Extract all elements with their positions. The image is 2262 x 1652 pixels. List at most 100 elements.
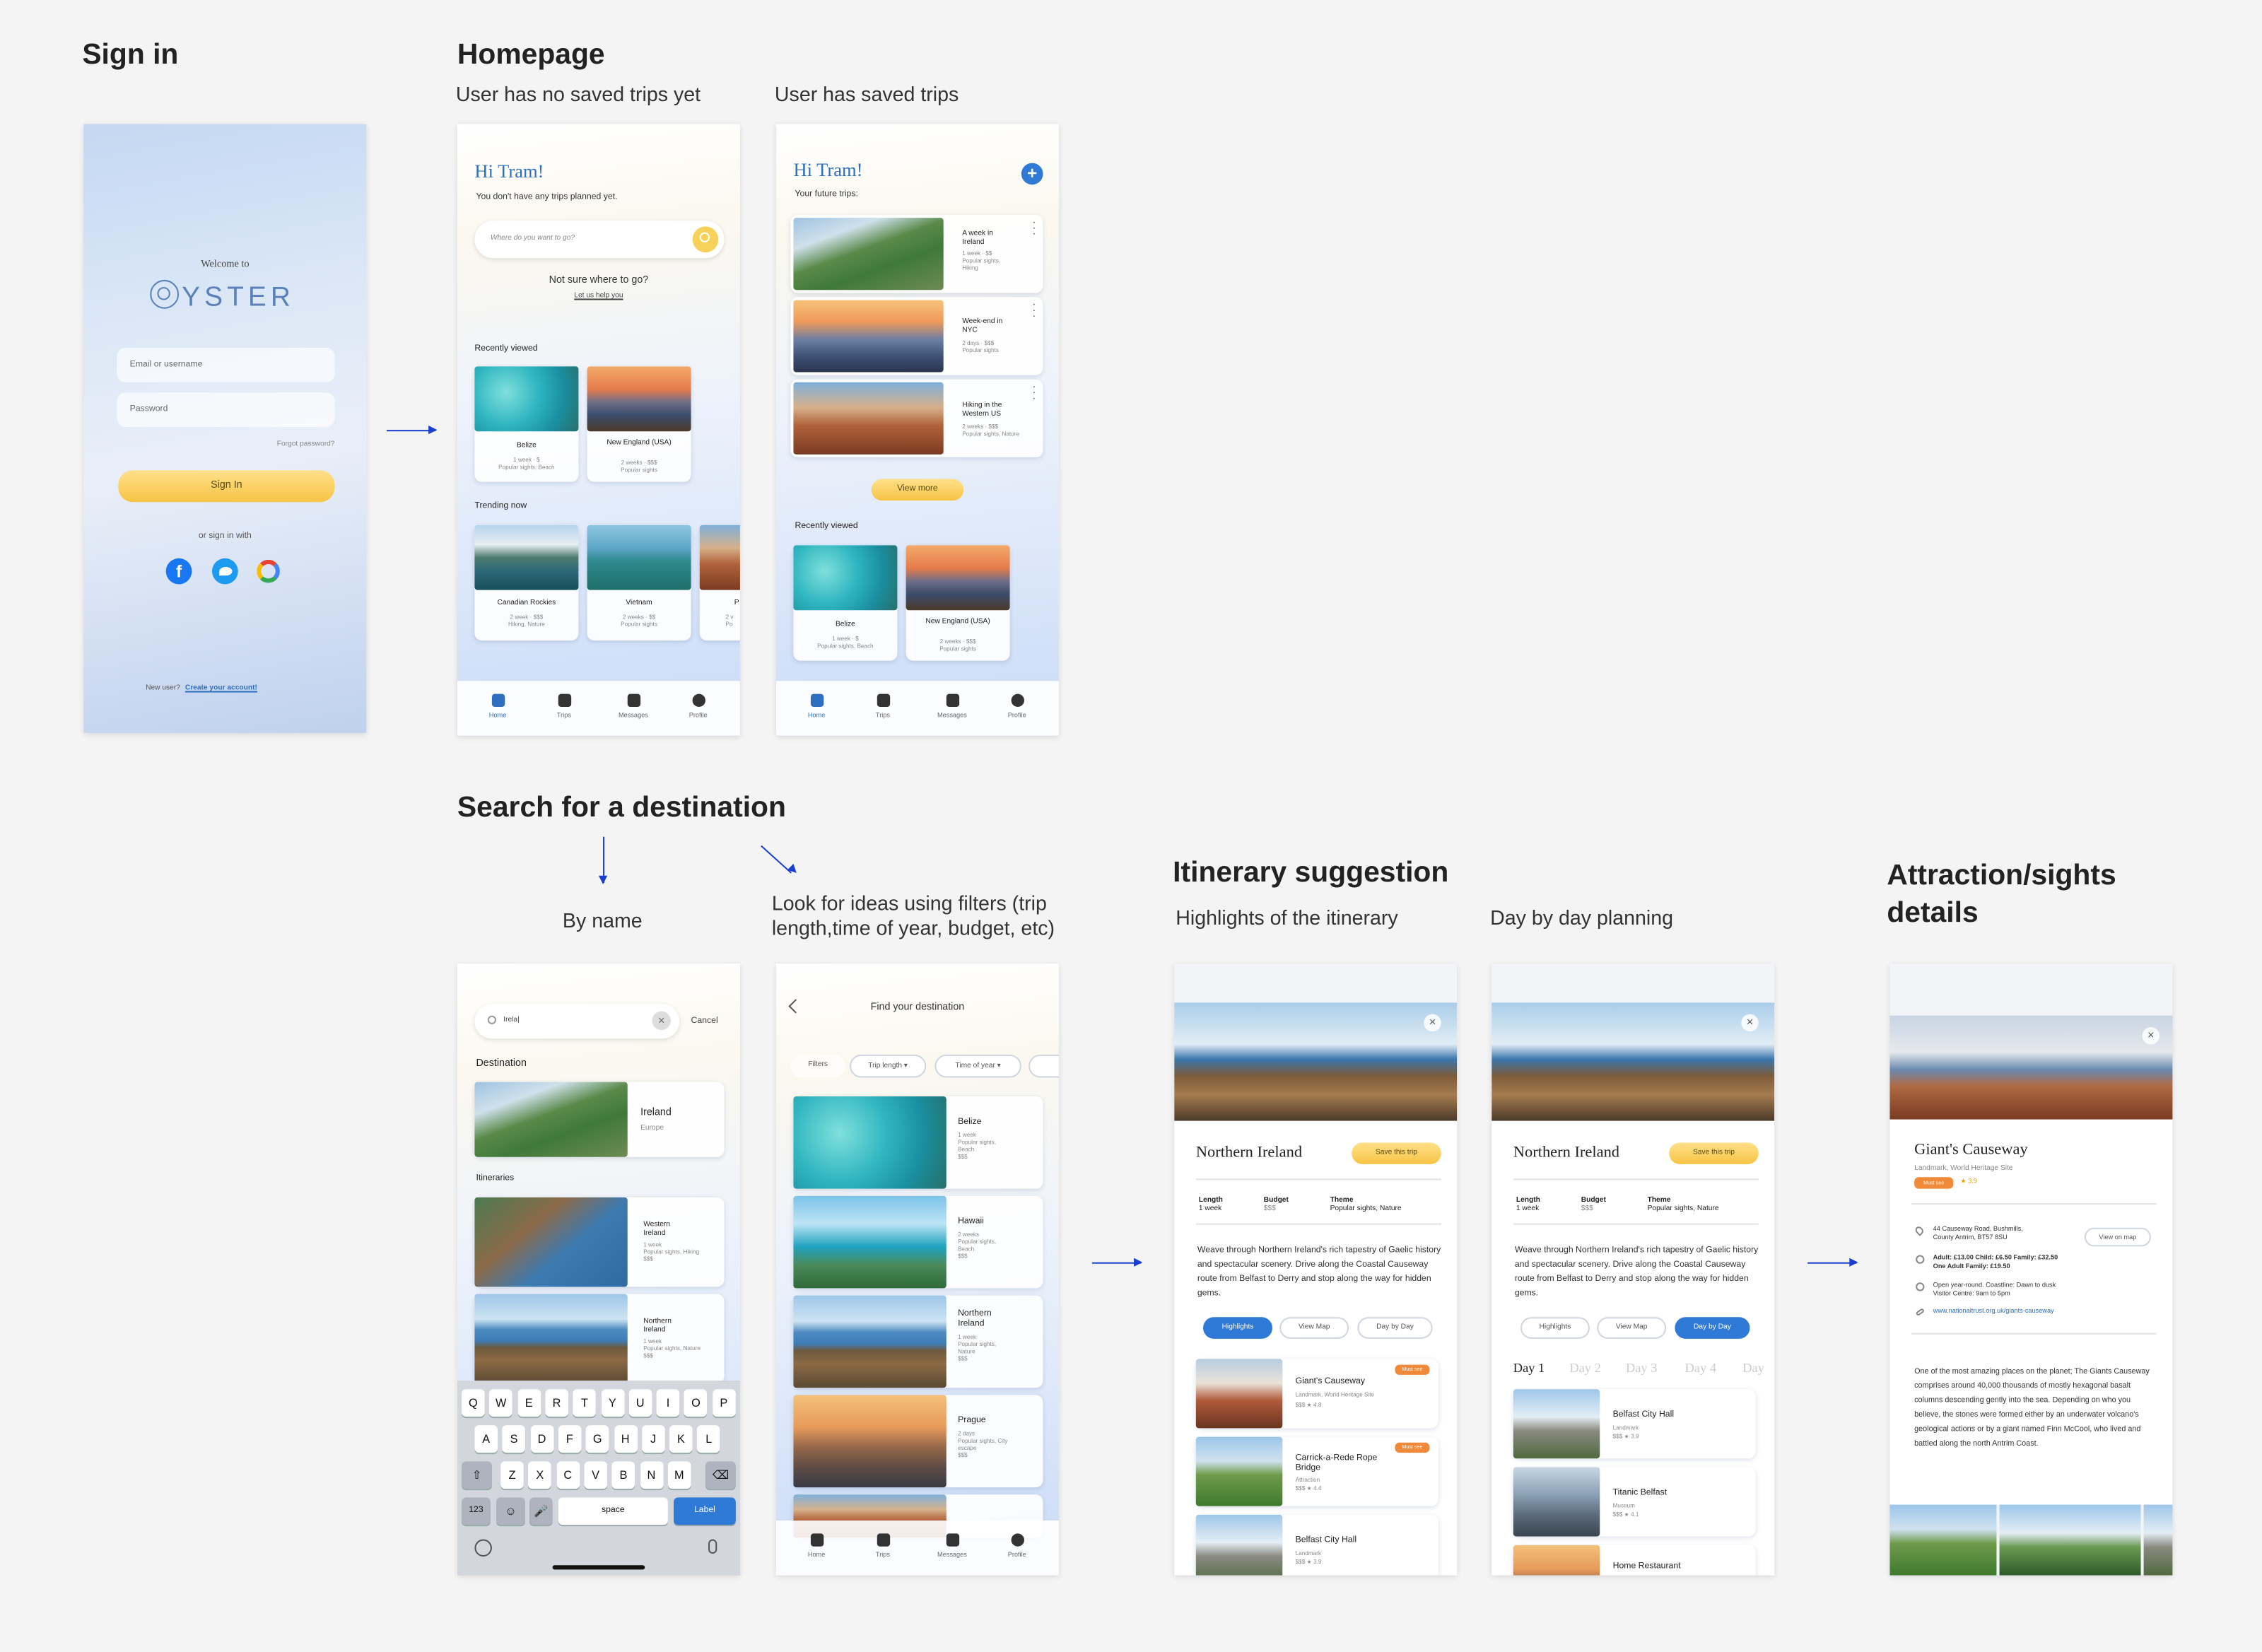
keyboard-key[interactable]: M: [667, 1461, 691, 1489]
nav-messages[interactable]: Messages: [611, 693, 655, 718]
search-input[interactable]: Irela| ×: [474, 1004, 680, 1039]
twitter-icon[interactable]: [211, 558, 238, 585]
close-icon[interactable]: ×: [1424, 1014, 1441, 1032]
day-tab[interactable]: Day 4: [1685, 1360, 1716, 1374]
highlight-item[interactable]: Must see Carrick-a-Rede Rope Bridge Attr…: [1195, 1436, 1438, 1506]
more-filter-chip[interactable]: [1029, 1054, 1059, 1078]
keyboard-key[interactable]: B: [611, 1461, 635, 1489]
day-tab-active[interactable]: Day 1: [1513, 1360, 1545, 1374]
tab-highlights[interactable]: Highlights: [1520, 1317, 1590, 1339]
keyboard-key[interactable]: R: [545, 1389, 568, 1417]
space-key[interactable]: space: [558, 1497, 668, 1525]
more-options-icon[interactable]: · · ·: [1033, 382, 1036, 404]
sign-in-button[interactable]: Sign In: [118, 470, 335, 503]
more-options-icon[interactable]: · · ·: [1033, 300, 1036, 322]
result-card[interactable]: Northern Ireland 1 week Popular sights, Nat…: [793, 1295, 1043, 1388]
trip-card[interactable]: A week in Ireland 1 week · $$ Popular sigh…: [790, 215, 1043, 293]
nav-profile[interactable]: Profile: [995, 1533, 1038, 1558]
let-us-help-link[interactable]: Let us help you: [457, 291, 740, 300]
more-options-icon[interactable]: · · ·: [1033, 218, 1036, 240]
time-of-year-dropdown[interactable]: Time of year ▾: [934, 1054, 1021, 1078]
trending-card[interactable]: Vietnam 2 weeks · $$ Popular sights: [587, 525, 691, 641]
forgot-password-link[interactable]: Forgot password?: [277, 440, 335, 448]
nav-trips[interactable]: Trips: [861, 693, 904, 718]
keyboard-key[interactable]: K: [669, 1425, 693, 1453]
save-trip-button[interactable]: Save this trip: [1669, 1142, 1759, 1164]
clear-icon[interactable]: ×: [652, 1011, 671, 1031]
trending-card-partial[interactable]: P 2 v Po: [699, 525, 740, 641]
keyboard-key[interactable]: A: [474, 1425, 498, 1453]
day-item[interactable]: Home Restaurant: [1513, 1545, 1756, 1576]
result-card[interactable]: Prague 2 days Popular sights, City escape $…: [793, 1395, 1043, 1488]
keyboard-key[interactable]: W: [489, 1389, 513, 1417]
destination-result[interactable]: Ireland Europe: [474, 1082, 725, 1157]
day-tab[interactable]: Day 2: [1569, 1360, 1600, 1374]
nav-home[interactable]: Home: [795, 693, 838, 718]
close-icon[interactable]: ×: [1741, 1014, 1759, 1032]
filters-button[interactable]: Filters: [790, 1054, 845, 1078]
nav-messages[interactable]: Messages: [930, 693, 973, 718]
tab-view-map[interactable]: View Map: [1597, 1317, 1667, 1339]
tab-highlights[interactable]: Highlights: [1203, 1317, 1272, 1339]
keyboard-key[interactable]: E: [517, 1389, 541, 1417]
keyboard-key[interactable]: O: [684, 1389, 708, 1417]
nav-profile[interactable]: Profile: [676, 693, 720, 718]
keyboard-key[interactable]: H: [614, 1425, 638, 1453]
recent-card[interactable]: New England (USA) 2 weeks · $$$ Popular s…: [906, 545, 1010, 661]
day-tab[interactable]: Day: [1742, 1360, 1764, 1374]
close-icon[interactable]: ×: [2142, 1027, 2160, 1045]
day-item[interactable]: Belfast City Hall Landmark $$$ ★ 3.9: [1513, 1389, 1756, 1459]
keyboard-key[interactable]: V: [584, 1461, 607, 1489]
label-key[interactable]: Label: [674, 1497, 736, 1525]
website-link[interactable]: www.nationaltrust.org.uk/giants-causeway: [1933, 1307, 2054, 1314]
keyboard-key[interactable]: N: [640, 1461, 663, 1489]
emoji-key[interactable]: ☺: [496, 1497, 525, 1525]
keyboard-key[interactable]: C: [556, 1461, 580, 1489]
keyboard-key[interactable]: P: [712, 1389, 736, 1417]
trip-card[interactable]: Hiking in the Western US 2 weeks · $$$ Pop…: [790, 379, 1043, 457]
keyboard-key[interactable]: S: [502, 1425, 526, 1453]
tab-day-by-day[interactable]: Day by Day: [1675, 1317, 1750, 1339]
gallery-image[interactable]: [2143, 1504, 2173, 1576]
keyboard-key[interactable]: D: [530, 1425, 553, 1453]
keyboard-key[interactable]: L: [697, 1425, 721, 1453]
save-trip-button[interactable]: Save this trip: [1352, 1142, 1441, 1164]
trip-length-dropdown[interactable]: Trip length ▾: [850, 1054, 927, 1078]
microphone-icon[interactable]: [708, 1539, 717, 1554]
gallery-image[interactable]: [1889, 1504, 1997, 1576]
cancel-button[interactable]: Cancel: [691, 1017, 718, 1026]
keyboard-key[interactable]: F: [558, 1425, 582, 1453]
backspace-key[interactable]: ⌫: [705, 1461, 736, 1489]
google-icon[interactable]: [257, 559, 280, 583]
tab-day-by-day[interactable]: Day by Day: [1357, 1317, 1433, 1339]
highlight-item[interactable]: Must see Giant's Causeway Landmark, Worl…: [1195, 1359, 1438, 1429]
highlight-item[interactable]: Belfast City Hall Landmark $$$ ★ 3.9: [1195, 1514, 1438, 1576]
numbers-key[interactable]: 123: [462, 1497, 491, 1525]
keyboard-key[interactable]: G: [585, 1425, 609, 1453]
trending-card[interactable]: Canadian Rockies 2 week · $$$ Hiking, Nat…: [474, 525, 579, 641]
keyboard-key[interactable]: I: [656, 1389, 680, 1417]
nav-trips[interactable]: Trips: [861, 1533, 904, 1558]
keyboard-key[interactable]: T: [573, 1389, 597, 1417]
keyboard-key[interactable]: Q: [462, 1389, 485, 1417]
nav-messages[interactable]: Messages: [930, 1533, 973, 1558]
nav-profile[interactable]: Profile: [995, 693, 1038, 718]
itinerary-result[interactable]: Northern Ireland 1 week Popular sights, Na…: [474, 1294, 725, 1384]
keyboard-key[interactable]: Y: [600, 1389, 624, 1417]
recent-card[interactable]: New England (USA) 2 weeks · $$$ Popular s…: [587, 366, 691, 482]
recent-card[interactable]: Belize 1 week · $ Popular sights, Beach: [474, 366, 579, 482]
search-icon[interactable]: [692, 226, 719, 253]
nav-trips[interactable]: Trips: [542, 693, 585, 718]
view-more-button[interactable]: View more: [871, 479, 964, 501]
mic-key[interactable]: 🎤: [529, 1497, 553, 1525]
day-tab[interactable]: Day 3: [1626, 1360, 1657, 1374]
gallery-image[interactable]: [1999, 1504, 2141, 1576]
shift-key[interactable]: ⇧: [462, 1461, 492, 1489]
destination-search-input[interactable]: Where do you want to go?: [474, 221, 725, 259]
tab-view-map[interactable]: View Map: [1279, 1317, 1349, 1339]
recent-card[interactable]: Belize 1 week · $ Popular sights, Beach: [793, 545, 898, 661]
nav-home[interactable]: Home: [795, 1533, 838, 1558]
facebook-icon[interactable]: f: [165, 558, 192, 585]
emoji-icon[interactable]: [474, 1539, 492, 1557]
trip-card[interactable]: Week-end in NYC 2 days · $$$ Popular sight…: [790, 297, 1043, 375]
